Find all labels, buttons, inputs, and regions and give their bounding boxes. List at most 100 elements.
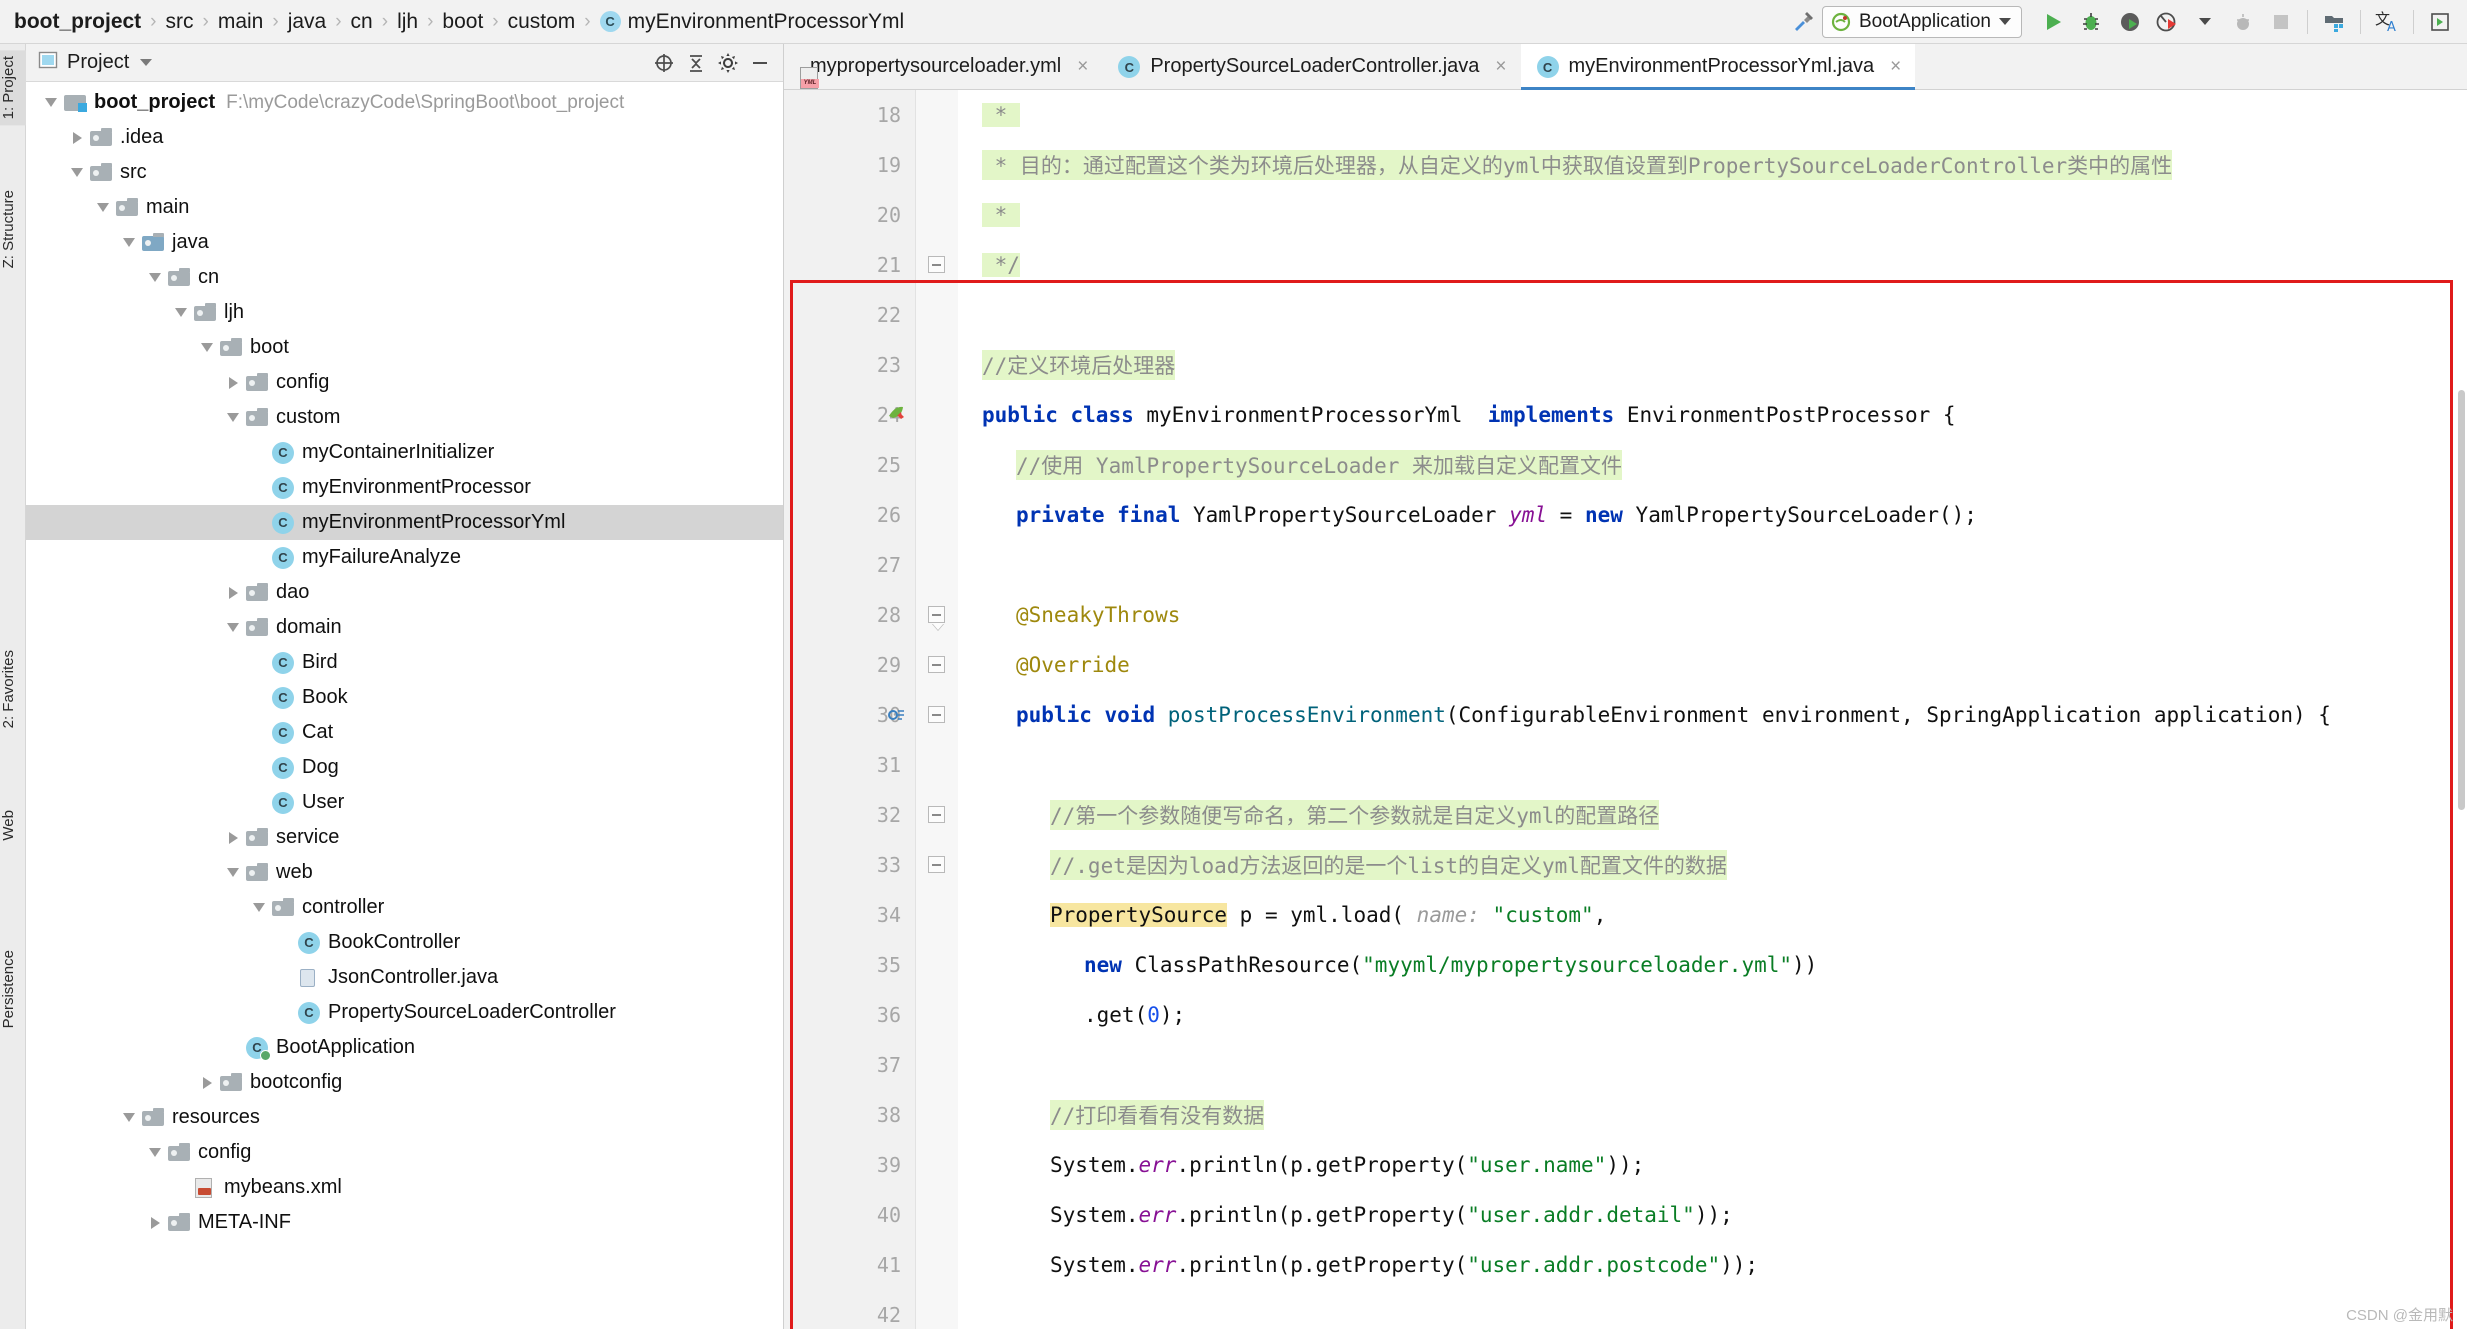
code-fold-toggle[interactable] [928, 606, 945, 623]
tree-node-cn[interactable]: cn [26, 260, 783, 295]
build-hammer-icon[interactable] [1784, 3, 1822, 41]
notifications-button[interactable] [2421, 3, 2459, 41]
code-line[interactable]: * [958, 90, 2467, 140]
tree-node-bookcontroller[interactable]: C BookController [26, 925, 783, 960]
breadcrumb-item-main[interactable]: main [218, 10, 264, 34]
gear-icon[interactable] [713, 48, 743, 78]
tree-node-dao[interactable]: dao [26, 575, 783, 610]
code-line[interactable]: .get(0); [958, 990, 2467, 1040]
tree-node-propertysourceloadercontroller[interactable]: C PropertySourceLoaderController [26, 995, 783, 1030]
scroll-from-source-button[interactable] [649, 48, 679, 78]
tool-window-tab-project[interactable]: 1: Project [0, 50, 26, 126]
hide-panel-button[interactable] [745, 48, 775, 78]
tool-window-tab-favorites[interactable]: 2: Favorites [0, 644, 26, 734]
code-line[interactable]: public void postProcessEnvironment (Confi… [958, 690, 2467, 740]
tree-node-domain[interactable]: domain [26, 610, 783, 645]
chevron-right-icon[interactable] [222, 376, 244, 389]
chevron-down-icon[interactable] [140, 59, 153, 66]
code-line[interactable] [958, 1040, 2467, 1090]
line-number[interactable]: 18 [784, 90, 915, 140]
line-number[interactable]: 42 [784, 1290, 915, 1329]
chevron-down-icon[interactable] [222, 623, 244, 632]
line-number[interactable]: 25 [784, 440, 915, 490]
stop-button[interactable] [2262, 3, 2300, 41]
tree-node-custom[interactable]: custom [26, 400, 783, 435]
chevron-right-icon[interactable] [66, 131, 88, 144]
chevron-down-icon[interactable] [118, 238, 140, 247]
tree-node-bootapplication[interactable]: C BootApplication [26, 1030, 783, 1065]
chevron-right-icon[interactable] [222, 831, 244, 844]
line-number[interactable]: 32 [784, 790, 915, 840]
line-number[interactable]: 21 [784, 240, 915, 290]
chevron-right-icon[interactable] [196, 1076, 218, 1089]
line-number[interactable]: 26 [784, 490, 915, 540]
code-line[interactable] [958, 290, 2467, 340]
code-line[interactable] [958, 1290, 2467, 1329]
line-number[interactable]: 28 [784, 590, 915, 640]
tree-node-ljh[interactable]: ljh [26, 295, 783, 330]
attach-process-button[interactable] [2224, 3, 2262, 41]
tree-node-main[interactable]: main [26, 190, 783, 225]
code-line[interactable]: //使用 YamlPropertySourceLoader 来加载自定义配置文件 [958, 440, 2467, 490]
code-fold-toggle[interactable] [928, 806, 945, 823]
line-number[interactable]: 19 [784, 140, 915, 190]
line-number[interactable]: 22 [784, 290, 915, 340]
breadcrumb-item-boot[interactable]: boot [442, 10, 483, 34]
close-icon[interactable]: × [1495, 56, 1506, 78]
code-line[interactable]: @SneakyThrows [958, 590, 2467, 640]
code-line[interactable]: new ClassPathResource("myyml/mypropertys… [958, 940, 2467, 990]
line-number[interactable]: 35 [784, 940, 915, 990]
editor-tab-myenvironmentprocessorymljava[interactable]: CmyEnvironmentProcessorYml.java × [1520, 44, 1916, 90]
line-number[interactable]: 39 [784, 1140, 915, 1190]
tree-node-service[interactable]: service [26, 820, 783, 855]
tree-node-idea[interactable]: .idea [26, 120, 783, 155]
code-line[interactable]: System. err .println(p.getProperty("user.a… [958, 1240, 2467, 1290]
code-line[interactable]: //.get是因为load方法返回的是一个list的自定义yml配置文件的数据 [958, 840, 2467, 890]
editor-tab-propertysourceloadercontrollerjava[interactable]: C PropertySourceLoaderController.java × [1102, 44, 1520, 89]
tree-node-book[interactable]: C Book [26, 680, 783, 715]
tree-node-resources[interactable]: resources [26, 1100, 783, 1135]
run-button[interactable] [2034, 3, 2072, 41]
code-line[interactable]: //第一个参数随便写命名，第二个参数就是自定义yml的配置路径 [958, 790, 2467, 840]
chevron-down-icon[interactable] [196, 343, 218, 352]
code-folding-strip[interactable] [916, 90, 958, 1329]
code-fold-toggle[interactable] [928, 656, 945, 673]
tool-window-tab-persistence[interactable]: Persistence [0, 944, 26, 1034]
chevron-down-icon[interactable] [118, 1113, 140, 1122]
chevron-down-icon[interactable] [40, 98, 62, 107]
line-number[interactable]: 31 [784, 740, 915, 790]
debug-button[interactable] [2072, 3, 2110, 41]
tree-node-config[interactable]: config [26, 365, 783, 400]
code-fold-toggle[interactable] [928, 256, 945, 273]
tree-node-user[interactable]: C User [26, 785, 783, 820]
code-line[interactable] [958, 740, 2467, 790]
code-editor[interactable]: 18 19 20 21 22 23 24 25 26 27 28 29 30 31 32 33 34 35 36 37… [784, 90, 2467, 1329]
code-line[interactable] [958, 540, 2467, 590]
line-number[interactable]: 20 [784, 190, 915, 240]
editor-tab-mypropertysourceloaderyml[interactable]: mypropertysourceloader.yml × [784, 44, 1102, 89]
tree-node-metainf[interactable]: META-INF [26, 1205, 783, 1240]
code-fold-toggle[interactable] [928, 856, 945, 873]
code-line[interactable]: System. err .println(p.getProperty("user.a… [958, 1190, 2467, 1240]
collapse-all-button[interactable] [681, 48, 711, 78]
line-number[interactable]: 41 [784, 1240, 915, 1290]
line-number-gutter[interactable]: 18 19 20 21 22 23 24 25 26 27 28 29 30 31 32 33 34 35 36 37… [784, 90, 916, 1329]
tree-node-myenvironmentprocessoryml[interactable]: CmyEnvironmentProcessorYml [26, 505, 783, 540]
chevron-down-icon[interactable] [92, 203, 114, 212]
tree-node-bird[interactable]: C Bird [26, 645, 783, 680]
code-line[interactable]: */ [958, 240, 2467, 290]
chevron-down-icon[interactable] [222, 868, 244, 877]
override-icon[interactable] [885, 702, 911, 728]
code-content[interactable]: * * 目的：通过配置这个类为环境后处理器，从自定义的yml中获取值设置到Pro… [958, 90, 2467, 1329]
chevron-right-icon[interactable] [222, 586, 244, 599]
line-number[interactable]: 34 [784, 890, 915, 940]
close-icon[interactable]: × [1890, 56, 1901, 78]
tree-node-jsoncontrollerjava[interactable]: JsonController.java [26, 960, 783, 995]
tool-window-tab-zstructure[interactable]: Z: Structure [0, 184, 26, 274]
tree-node-cat[interactable]: C Cat [26, 715, 783, 750]
profiler-button[interactable] [2148, 3, 2186, 41]
translate-button[interactable]: 文 A [2368, 3, 2406, 41]
run-with-coverage-button[interactable] [2110, 3, 2148, 41]
line-number[interactable]: 37 [784, 1040, 915, 1090]
code-line[interactable]: PropertySource p = yml.load( name: "cust… [958, 890, 2467, 940]
